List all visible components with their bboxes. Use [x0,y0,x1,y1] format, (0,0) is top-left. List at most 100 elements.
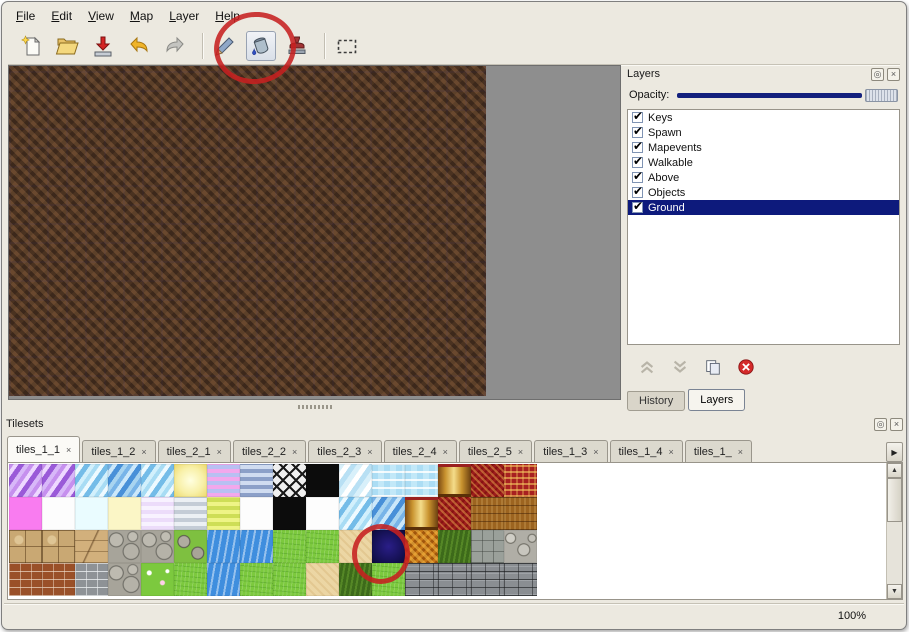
tile-ygst[interactable] [207,497,240,530]
tile-blk[interactable] [273,497,306,530]
tile-yl[interactable] [174,464,207,497]
tile-bs[interactable] [141,464,174,497]
menu-layer[interactable]: Layer [161,6,207,26]
tile-dgr[interactable] [438,530,471,563]
tile-brk[interactable] [9,563,42,596]
tileset-tab-tiles_2_4[interactable]: tiles_2_4× [384,440,457,462]
tile-gyst[interactable] [174,497,207,530]
tab-close-icon[interactable]: × [443,447,448,457]
tab-close-icon[interactable]: × [518,447,523,457]
move-layer-up-button[interactable] [637,357,657,377]
layer-row-spawn[interactable]: Spawn [628,125,899,140]
save-button[interactable] [88,31,118,61]
tab-close-icon[interactable]: × [217,447,222,457]
tileset-tab-tiles_1_3[interactable]: tiles_1_3× [534,440,607,462]
menu-view[interactable]: View [80,6,122,26]
stamp-tool-button[interactable] [282,31,312,61]
tile-pil[interactable] [405,497,438,530]
layer-visibility-checkbox[interactable] [632,112,643,123]
float-panel-icon[interactable]: ◎ [871,68,884,81]
tab-close-icon[interactable]: × [66,445,71,455]
tile-wt[interactable] [372,464,405,497]
tile-rcp[interactable] [438,497,471,530]
new-file-button[interactable] [16,31,46,61]
tile-pil[interactable] [438,464,471,497]
tile-grs[interactable] [273,563,306,596]
tileset-tab-tiles_2_3[interactable]: tiles_2_3× [308,440,381,462]
menu-edit[interactable]: Edit [43,6,80,26]
layer-visibility-checkbox[interactable] [632,187,643,198]
tile-wall[interactable] [438,563,471,596]
tile-wht[interactable] [42,497,75,530]
close-panel-icon[interactable]: × [887,68,900,81]
tile-brk[interactable] [42,563,75,596]
tileset-tab-tiles_2_1[interactable]: tiles_2_1× [158,440,231,462]
tile-ps[interactable] [42,464,75,497]
tile-nvy[interactable] [372,530,405,563]
layer-row-mapevents[interactable]: Mapevents [628,140,899,155]
tile-wt[interactable] [405,464,438,497]
scroll-up-icon[interactable]: ▲ [887,463,902,478]
layer-row-objects[interactable]: Objects [628,185,899,200]
tab-close-icon[interactable]: × [593,447,598,457]
tile-gbrk[interactable] [75,563,108,596]
tab-close-icon[interactable]: × [292,447,297,457]
horizontal-splitter[interactable] [8,402,621,411]
duplicate-layer-button[interactable] [703,357,723,377]
tile-wall[interactable] [471,563,504,596]
tile-bs2[interactable] [108,464,141,497]
panel-tab-history[interactable]: History [627,391,685,411]
tile-wood[interactable] [504,497,537,530]
opacity-slider[interactable] [677,88,898,103]
redo-button[interactable] [160,31,190,61]
move-layer-down-button[interactable] [670,357,690,377]
tileset-tab-tiles_1_2[interactable]: tiles_1_2× [82,440,155,462]
tile-dwt[interactable] [207,530,240,563]
tile-orn[interactable] [405,530,438,563]
tile-grs[interactable] [240,563,273,596]
tile-gstn[interactable] [174,530,207,563]
menu-help[interactable]: Help [207,6,248,26]
tile-blst[interactable] [240,464,273,497]
tile-dgr[interactable] [339,563,372,596]
tile-grs[interactable] [306,530,339,563]
tile-rcp[interactable] [471,464,504,497]
tile-rcg[interactable] [504,464,537,497]
tile-flw[interactable] [141,563,174,596]
layer-row-walkable[interactable]: Walkable [628,155,899,170]
float-panel-icon[interactable]: ◎ [874,418,887,431]
map-canvas[interactable] [9,66,486,396]
layer-row-above[interactable]: Above [628,170,899,185]
open-button[interactable] [52,31,82,61]
tile-grs[interactable] [372,563,405,596]
layer-visibility-checkbox[interactable] [632,127,643,138]
tab-close-icon[interactable]: × [738,447,743,457]
tile-bs[interactable] [75,464,108,497]
panel-tab-layers[interactable]: Layers [688,389,745,411]
tile-gcb[interactable] [141,530,174,563]
layer-row-keys[interactable]: Keys [628,110,899,125]
tile-tst[interactable] [9,530,42,563]
tile-bs[interactable] [339,497,372,530]
opacity-thumb[interactable] [865,89,898,102]
tileset-tab-tiles_2_5[interactable]: tiles_2_5× [459,440,532,462]
delete-layer-button[interactable] [736,357,756,377]
tile-grv[interactable] [504,530,537,563]
tile-ps[interactable] [9,464,42,497]
tileset-tab-tiles_1_[interactable]: tiles_1_× [685,440,752,462]
tile-bsl[interactable] [339,464,372,497]
tab-close-icon[interactable]: × [141,447,146,457]
tile-gry[interactable] [471,530,504,563]
tile-grs[interactable] [273,530,306,563]
tile-dwt[interactable] [207,563,240,596]
marquee-select-button[interactable] [332,31,362,61]
menu-map[interactable]: Map [122,6,161,26]
tile-snd[interactable] [306,563,339,596]
layer-visibility-checkbox[interactable] [632,172,643,183]
tile-mag[interactable] [9,497,42,530]
tile-bs2[interactable] [372,497,405,530]
tile-wht[interactable] [240,497,273,530]
tile-tst[interactable] [42,530,75,563]
fill-tool-button[interactable] [246,31,276,61]
tile-wall[interactable] [405,563,438,596]
